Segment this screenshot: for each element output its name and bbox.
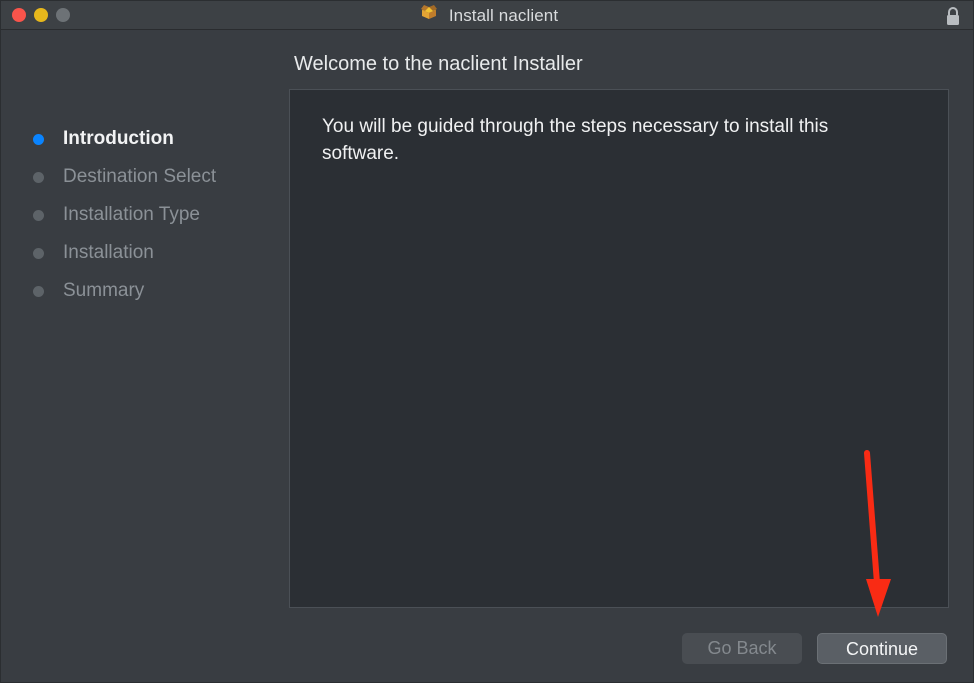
sidebar-item-label: Introduction [63, 128, 174, 149]
sidebar-item-label: Summary [63, 280, 145, 301]
sidebar-item-destination-select: Destination Select [33, 166, 216, 188]
window-title: Install naclient [448, 5, 559, 25]
page-title: Welcome to the naclient Installer [294, 53, 583, 75]
step-dot-icon [33, 209, 44, 221]
step-dot-icon [33, 247, 44, 259]
traffic-light-group [12, 8, 70, 22]
window-titlebar: Install naclient [1, 1, 973, 32]
continue-button[interactable]: Continue [817, 633, 947, 664]
sidebar-item-installation-type: Installation Type [33, 204, 200, 226]
sidebar-item-summary: Summary [33, 280, 144, 302]
sidebar-item-introduction[interactable]: Introduction [33, 128, 174, 150]
sidebar-item-label: Installation [63, 242, 154, 263]
welcome-text: You will be guided through the steps nec… [322, 116, 829, 164]
sidebar-item-label: Destination Select [63, 166, 217, 187]
lock-closed-icon [943, 5, 963, 32]
minimize-button[interactable] [34, 8, 48, 22]
content-pane: You will be guided through the steps nec… [289, 89, 949, 608]
window-title-group: Install naclient [1, 1, 973, 30]
installer-sidebar: Introduction Destination Select Installa… [1, 30, 289, 682]
sidebar-item-installation: Installation [33, 242, 154, 264]
step-dot-icon [33, 171, 44, 183]
installer-window: Install naclient Introduction Destinatio… [0, 0, 974, 683]
sidebar-item-label: Installation Type [63, 204, 200, 225]
package-box-icon [418, 2, 440, 29]
step-dot-icon [33, 285, 44, 297]
go-back-button[interactable]: Go Back [682, 633, 802, 664]
zoom-button [56, 8, 70, 22]
step-dot-icon [33, 133, 44, 145]
close-button[interactable] [12, 8, 26, 22]
